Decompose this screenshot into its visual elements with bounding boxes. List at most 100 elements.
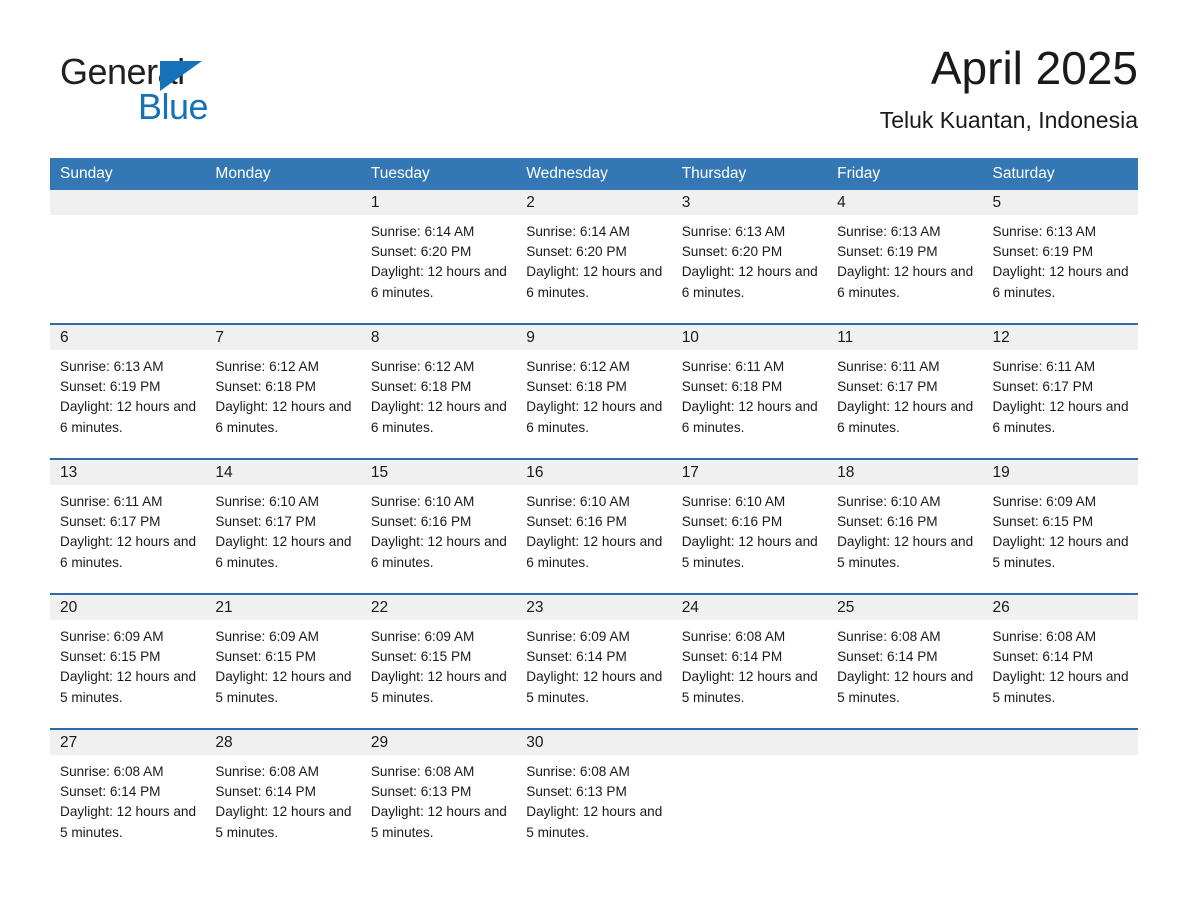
logo-text-blue: Blue [138, 86, 209, 127]
calendar-day-cell[interactable]: 5 Sunrise: 6:13 AM Sunset: 6:19 PM Daylight… [982, 190, 1138, 324]
sunrise-text: Sunrise: 6:11 AM [60, 494, 163, 509]
calendar-day-cell[interactable]: 16 Sunrise: 6:10 AM Sunset: 6:16 PM Dayligh… [516, 458, 672, 594]
calendar-body: 1 Sunrise: 6:14 AM Sunset: 6:20 PM Daylight… [50, 190, 1138, 840]
calendar-day-cell[interactable]: 11 Sunrise: 6:11 AM Sunset: 6:17 PM Dayligh… [827, 323, 983, 459]
day-cell-inner: 7 Sunrise: 6:12 AM Sunset: 6:18 PM Daylight… [205, 325, 361, 458]
day-details: Sunrise: 6:14 AM Sunset: 6:20 PM Daylight:… [516, 215, 671, 303]
sunset-text: Sunset: 6:20 PM [526, 244, 627, 260]
day-details: Sunrise: 6:09 AM Sunset: 6:15 PM Daylight:… [361, 620, 516, 708]
weekday-header-tuesday: Tuesday [360, 158, 517, 190]
calendar-day-cell[interactable]: 26 Sunrise: 6:08 AM Sunset: 6:14 PM Dayligh… [982, 593, 1138, 729]
daylight-text: Daylight: 12 hours and 6 minutes. [681, 264, 818, 300]
daylight-text: Daylight: 12 hours and 6 minutes. [215, 399, 352, 435]
day-cell-inner: 11 Sunrise: 6:11 AM Sunset: 6:17 PM Dayligh… [827, 325, 983, 458]
sunrise-text: Sunrise: 6:14 AM [526, 224, 630, 239]
general-blue-logo[interactable]: General Blue [60, 54, 320, 134]
day-cell-inner: 27 Sunrise: 6:08 AM Sunset: 6:14 PM Dayligh… [50, 730, 206, 843]
day-details: Sunrise: 6:08 AM Sunset: 6:14 PM Daylight:… [50, 755, 205, 843]
calendar-day-cell[interactable]: 27 Sunrise: 6:08 AM Sunset: 6:14 PM Dayligh… [50, 728, 206, 843]
sunset-text: Sunset: 6:14 PM [681, 649, 783, 665]
daylight-text: Daylight: 12 hours and 5 minutes. [370, 804, 507, 840]
calendar-day-cell[interactable]: 13 Sunrise: 6:11 AM Sunset: 6:17 PM Dayligh… [50, 458, 206, 594]
calendar-day-cell[interactable]: 4 Sunrise: 6:13 AM Sunset: 6:19 PM Daylight… [827, 190, 983, 324]
sunset-text: Sunset: 6:18 PM [370, 379, 472, 395]
calendar-day-cell[interactable]: 19 Sunrise: 6:09 AM Sunset: 6:15 PM Dayligh… [982, 458, 1138, 594]
day-details: Sunrise: 6:11 AM Sunset: 6:18 PM Daylight:… [672, 350, 827, 438]
day-details: Sunrise: 6:08 AM Sunset: 6:14 PM Daylight:… [983, 620, 1138, 708]
daylight-text: Daylight: 12 hours and 6 minutes. [837, 399, 974, 435]
calendar-page: General Blue April 2025 Teluk Kuantan, I… [0, 0, 1188, 918]
calendar-day-cell-empty [671, 728, 828, 840]
daylight-text: Daylight: 12 hours and 6 minutes. [526, 264, 663, 300]
calendar-day-cell[interactable]: 1 Sunrise: 6:14 AM Sunset: 6:20 PM Daylight… [360, 190, 517, 324]
sunrise-text: Sunrise: 6:11 AM [992, 359, 1096, 374]
calendar-day-cell[interactable]: 2 Sunrise: 6:14 AM Sunset: 6:20 PM Daylight… [516, 190, 672, 324]
day-number: 25 [827, 595, 983, 620]
calendar-header-row: Sunday Monday Tuesday Wednesday Thursday Frid… [50, 158, 1138, 190]
sunrise-text: Sunrise: 6:09 AM [215, 629, 319, 644]
calendar-day-cell[interactable]: 8 Sunrise: 6:12 AM Sunset: 6:18 PM Daylight… [360, 323, 517, 459]
day-cell-inner: 5 Sunrise: 6:13 AM Sunset: 6:19 PM Daylight… [982, 190, 1138, 323]
sunrise-text: Sunrise: 6:12 AM [370, 359, 475, 374]
day-details: Sunrise: 6:13 AM Sunset: 6:19 PM Daylight:… [50, 350, 205, 438]
calendar-day-cell[interactable]: 23 Sunrise: 6:09 AM Sunset: 6:14 PM Dayligh… [516, 593, 672, 729]
day-cell-inner: 19 Sunrise: 6:09 AM Sunset: 6:15 PM Dayligh… [982, 460, 1138, 593]
sunset-text: Sunset: 6:15 PM [60, 649, 161, 665]
day-cell-inner: 8 Sunrise: 6:12 AM Sunset: 6:18 PM Daylight… [360, 325, 517, 458]
daylight-text: Daylight: 12 hours and 5 minutes. [215, 669, 352, 705]
day-number [671, 730, 828, 755]
weekday-header-friday: Friday [827, 158, 983, 190]
calendar-day-cell[interactable]: 25 Sunrise: 6:08 AM Sunset: 6:14 PM Dayligh… [827, 593, 983, 729]
sunrise-text: Sunrise: 6:10 AM [526, 494, 630, 509]
calendar-day-cell[interactable]: 7 Sunrise: 6:12 AM Sunset: 6:18 PM Daylight… [205, 323, 361, 459]
sunset-text: Sunset: 6:19 PM [60, 379, 161, 395]
day-cell-inner: 24 Sunrise: 6:08 AM Sunset: 6:14 PM Dayligh… [671, 595, 828, 728]
location-subtitle: Teluk Kuantan, Indonesia [879, 106, 1138, 133]
day-details: Sunrise: 6:13 AM Sunset: 6:19 PM Daylight:… [827, 215, 982, 303]
daylight-text: Daylight: 12 hours and 5 minutes. [681, 534, 818, 570]
sunrise-text: Sunrise: 6:08 AM [681, 629, 786, 644]
day-cell-inner: 15 Sunrise: 6:10 AM Sunset: 6:16 PM Dayligh… [360, 460, 517, 593]
calendar-day-cell[interactable]: 6 Sunrise: 6:13 AM Sunset: 6:19 PM Daylight… [50, 323, 206, 459]
calendar-day-cell[interactable]: 17 Sunrise: 6:10 AM Sunset: 6:16 PM Dayligh… [671, 458, 828, 594]
calendar-day-cell[interactable]: 22 Sunrise: 6:09 AM Sunset: 6:15 PM Dayligh… [360, 593, 517, 729]
calendar-day-cell[interactable]: 14 Sunrise: 6:10 AM Sunset: 6:17 PM Dayligh… [205, 458, 361, 594]
sunrise-text: Sunrise: 6:10 AM [837, 494, 941, 509]
daylight-text: Daylight: 12 hours and 5 minutes. [60, 669, 197, 705]
weekday-headers: Sunday Monday Tuesday Wednesday Thursday Frid… [50, 158, 1138, 190]
weekday-header-monday: Monday [205, 158, 361, 190]
sunset-text: Sunset: 6:13 PM [370, 784, 472, 800]
calendar-day-cell[interactable]: 24 Sunrise: 6:08 AM Sunset: 6:14 PM Dayligh… [671, 593, 828, 729]
calendar-day-cell[interactable]: 12 Sunrise: 6:11 AM Sunset: 6:17 PM Dayligh… [982, 323, 1138, 459]
day-details: Sunrise: 6:10 AM Sunset: 6:17 PM Daylight:… [205, 485, 360, 573]
calendar-day-cell[interactable]: 20 Sunrise: 6:09 AM Sunset: 6:15 PM Dayligh… [50, 593, 206, 729]
sunrise-text: Sunrise: 6:09 AM [992, 494, 1097, 509]
day-number: 23 [516, 595, 672, 620]
calendar-day-cell[interactable]: 15 Sunrise: 6:10 AM Sunset: 6:16 PM Dayligh… [360, 458, 517, 594]
calendar-day-cell[interactable]: 28 Sunrise: 6:08 AM Sunset: 6:14 PM Dayligh… [205, 728, 361, 840]
calendar-day-cell[interactable]: 21 Sunrise: 6:09 AM Sunset: 6:15 PM Dayligh… [205, 593, 361, 729]
day-cell-inner [205, 190, 361, 323]
calendar-day-cell[interactable]: 29 Sunrise: 6:08 AM Sunset: 6:13 PM Dayligh… [360, 728, 517, 840]
daylight-text: Daylight: 12 hours and 5 minutes. [526, 804, 663, 840]
calendar-week-row: 1 Sunrise: 6:14 AM Sunset: 6:20 PM Daylight… [50, 190, 1138, 324]
sunset-text: Sunset: 6:17 PM [215, 514, 316, 530]
calendar-day-cell[interactable]: 30 Sunrise: 6:08 AM Sunset: 6:13 PM Dayligh… [516, 728, 672, 840]
weekday-header-sunday: Sunday [50, 158, 206, 190]
daylight-text: Daylight: 12 hours and 6 minutes. [370, 399, 507, 435]
day-details: Sunrise: 6:12 AM Sunset: 6:18 PM Daylight:… [205, 350, 360, 438]
calendar-day-cell[interactable]: 10 Sunrise: 6:11 AM Sunset: 6:18 PM Dayligh… [671, 323, 828, 459]
day-details: Sunrise: 6:12 AM Sunset: 6:18 PM Daylight:… [361, 350, 516, 438]
day-cell-inner: 1 Sunrise: 6:14 AM Sunset: 6:20 PM Daylight… [360, 190, 517, 323]
day-number: 15 [360, 460, 517, 485]
daylight-text: Daylight: 12 hours and 5 minutes. [681, 669, 818, 705]
sunrise-text: Sunrise: 6:09 AM [60, 629, 164, 644]
calendar-day-cell[interactable]: 3 Sunrise: 6:13 AM Sunset: 6:20 PM Daylight… [671, 190, 828, 324]
day-number: 3 [671, 190, 828, 215]
calendar-day-cell[interactable]: 9 Sunrise: 6:12 AM Sunset: 6:18 PM Daylight… [516, 323, 672, 459]
day-number [50, 190, 206, 215]
day-number: 12 [982, 325, 1138, 350]
calendar-day-cell[interactable]: 18 Sunrise: 6:10 AM Sunset: 6:16 PM Dayligh… [827, 458, 983, 594]
sunset-text: Sunset: 6:16 PM [837, 514, 938, 530]
day-cell-inner [827, 730, 983, 840]
